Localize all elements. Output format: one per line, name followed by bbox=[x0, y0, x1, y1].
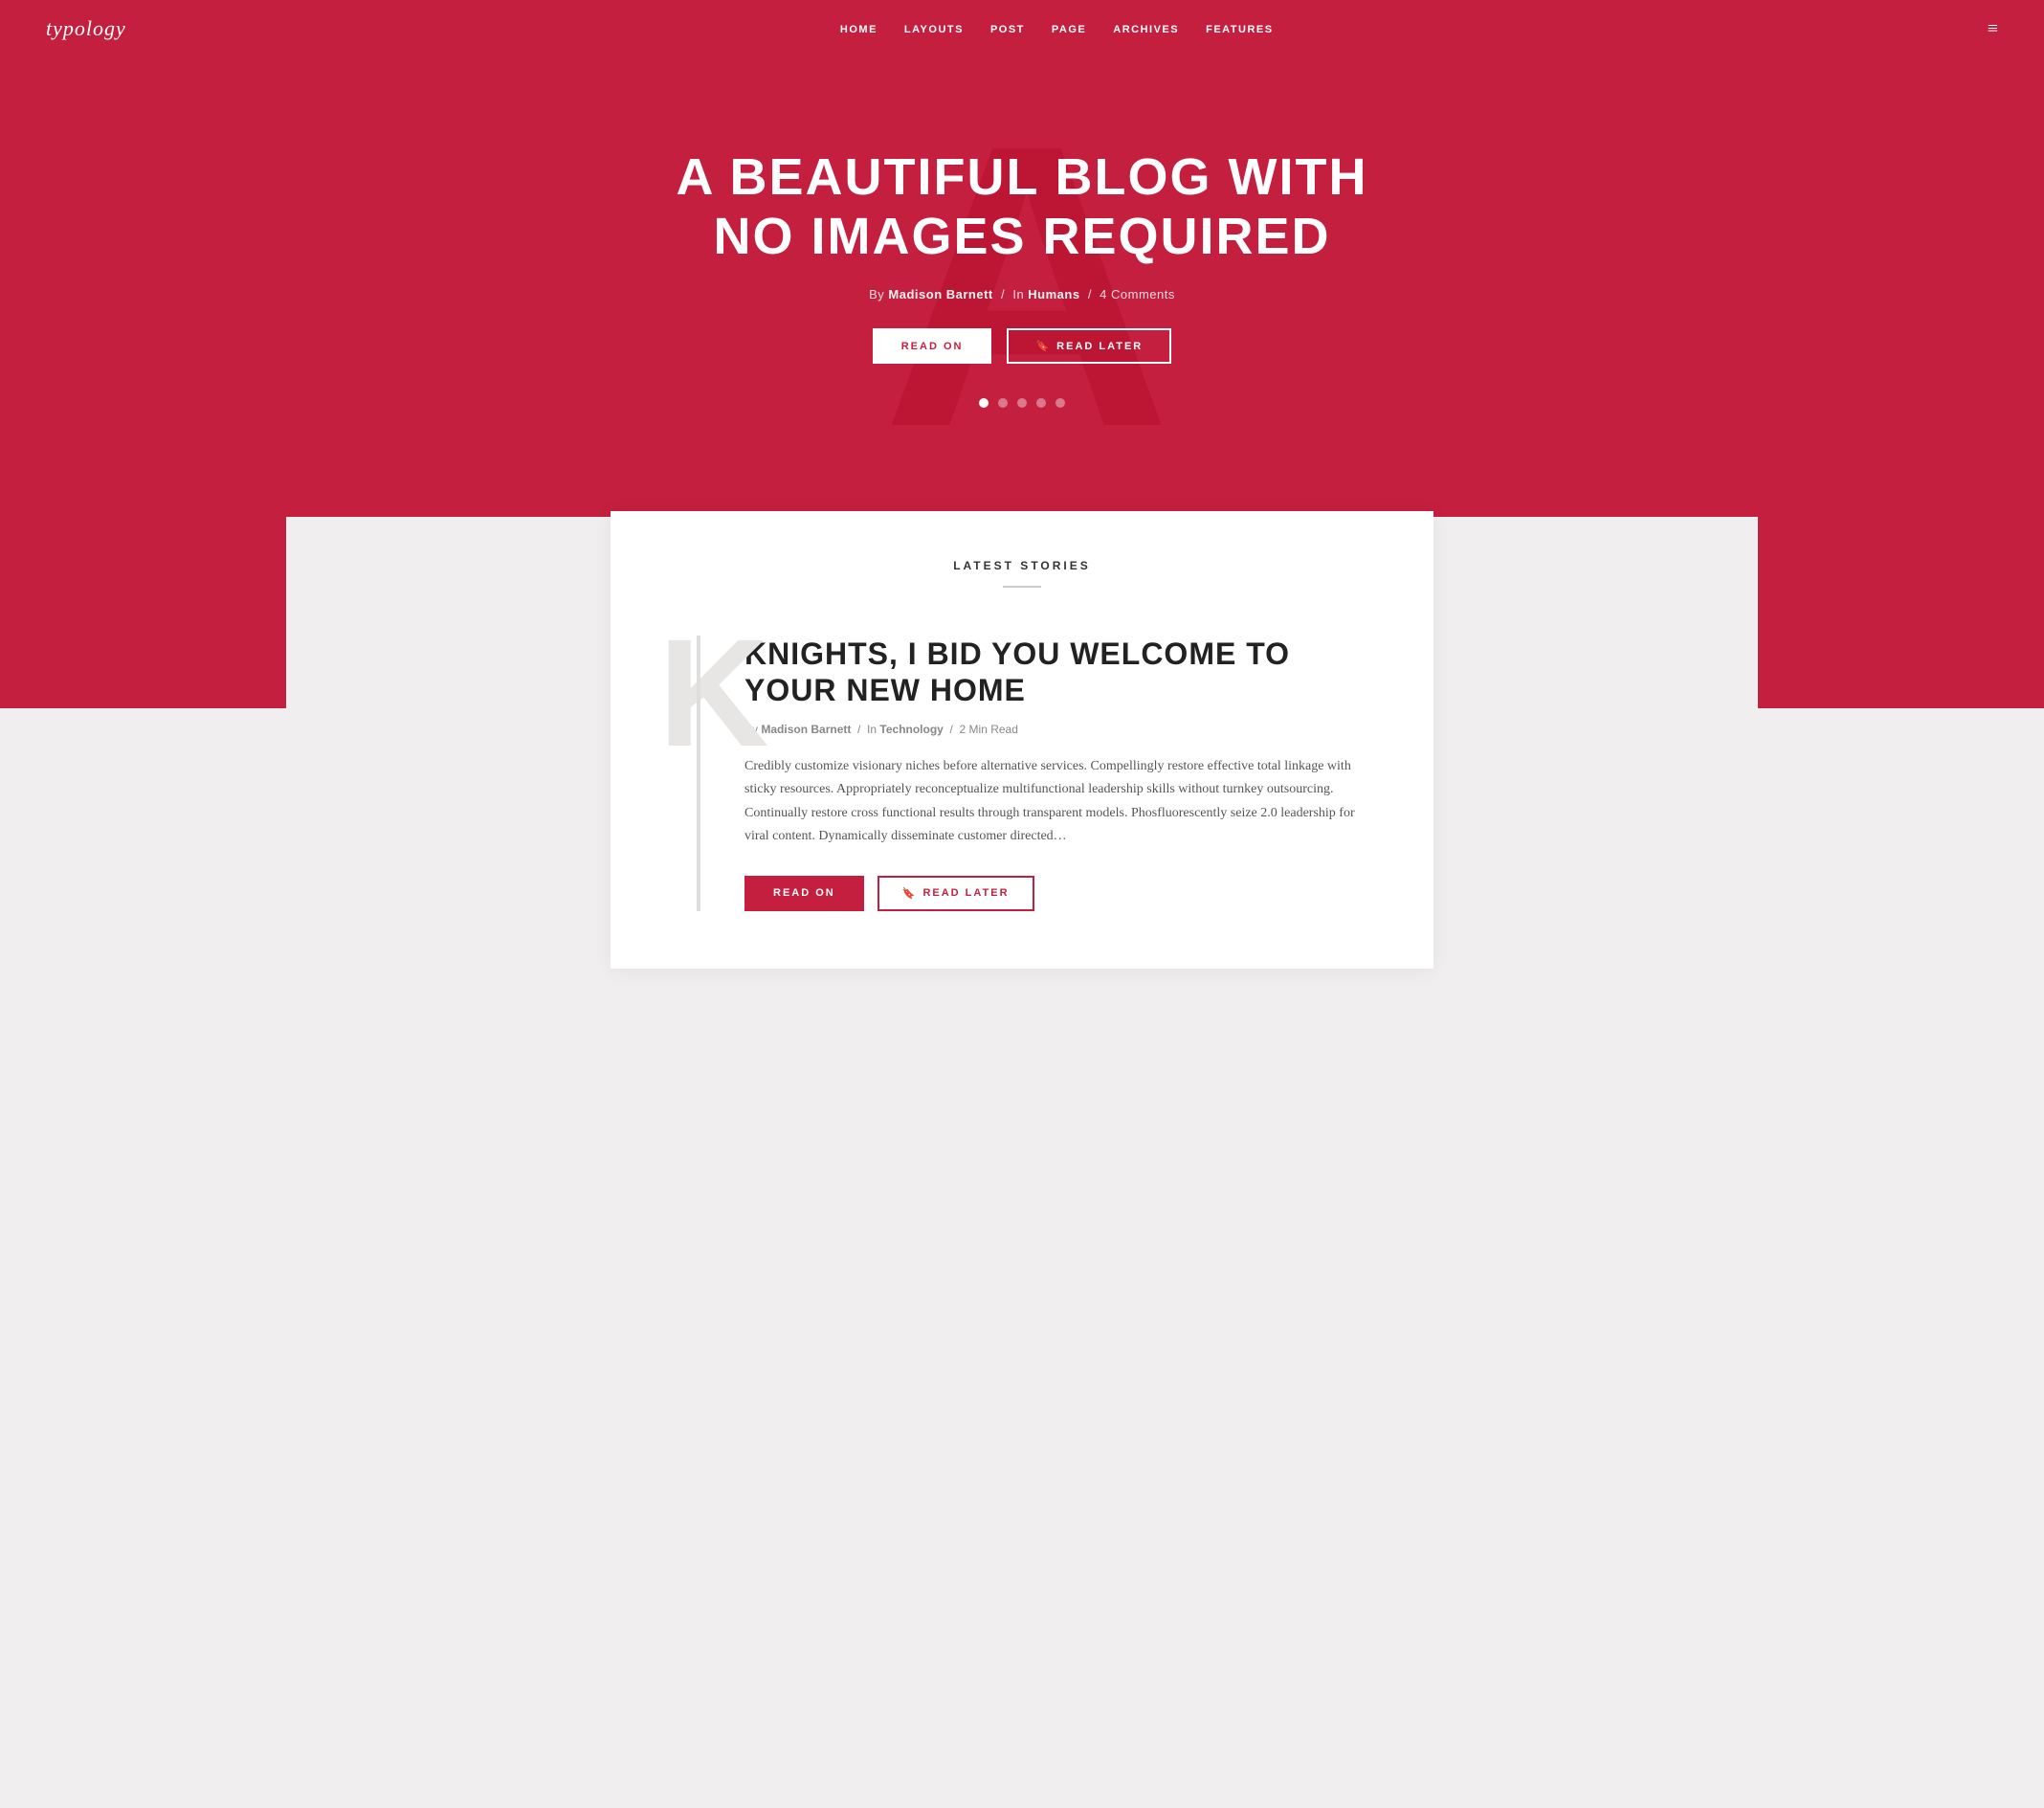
nav-item-archives[interactable]: ARCHIVES bbox=[1113, 20, 1179, 37]
dot-5[interactable] bbox=[1055, 398, 1065, 408]
article-read-on-button[interactable]: READ ON bbox=[744, 876, 864, 911]
article-letter-col: K bbox=[668, 636, 725, 911]
dot-4[interactable] bbox=[1036, 398, 1046, 408]
navbar: typology HOME LAYOUTS POST PAGE ARCHIVES… bbox=[0, 0, 2044, 57]
hero-read-later-button[interactable]: 🔖 READ LATER bbox=[1007, 328, 1171, 364]
nav-item-post[interactable]: POST bbox=[990, 20, 1025, 37]
hero-category[interactable]: Humans bbox=[1028, 287, 1079, 301]
dot-3[interactable] bbox=[1017, 398, 1027, 408]
article-bookmark-icon: 🔖 bbox=[902, 887, 918, 900]
nav-item-layouts[interactable]: LAYOUTS bbox=[904, 20, 964, 37]
article-read-time: 2 Min Read bbox=[960, 723, 1018, 736]
hero-comments: 4 Comments bbox=[1100, 287, 1175, 301]
article-read-later-button[interactable]: 🔖 READ LATER bbox=[878, 876, 1034, 911]
hero-buttons: READ ON 🔖 READ LATER bbox=[873, 328, 1172, 364]
nav-links: HOME LAYOUTS POST PAGE ARCHIVES FEATURES bbox=[840, 20, 1274, 37]
article-content: KNIGHTS, I BID YOU WELCOME TO YOUR NEW H… bbox=[725, 636, 1376, 911]
nav-item-home[interactable]: HOME bbox=[840, 20, 878, 37]
dot-2[interactable] bbox=[998, 398, 1008, 408]
section-divider bbox=[1003, 586, 1041, 588]
dot-1[interactable] bbox=[979, 398, 989, 408]
hero-read-on-button[interactable]: READ ON bbox=[873, 328, 992, 364]
slider-dots bbox=[979, 398, 1065, 408]
article-actions: READ ON 🔖 READ LATER bbox=[744, 876, 1376, 911]
article-category[interactable]: Technology bbox=[879, 723, 943, 736]
article-block: K KNIGHTS, I BID YOU WELCOME TO YOUR NEW… bbox=[668, 636, 1376, 911]
hero-author[interactable]: Madison Barnett bbox=[888, 287, 992, 301]
article-author[interactable]: Madison Barnett bbox=[761, 723, 851, 736]
article-left-bar bbox=[697, 636, 700, 911]
article-meta: By Madison Barnett / In Technology / 2 M… bbox=[744, 723, 1376, 736]
article-title: KNIGHTS, I BID YOU WELCOME TO YOUR NEW H… bbox=[744, 636, 1376, 709]
article-excerpt: Credibly customize visionary niches befo… bbox=[744, 755, 1376, 849]
content-area: LATEST STORIES K KNIGHTS, I BID YOU WELC… bbox=[611, 511, 1433, 969]
nav-item-features[interactable]: FEATURES bbox=[1206, 20, 1273, 37]
brand-logo[interactable]: typology bbox=[46, 16, 126, 41]
hamburger-icon[interactable]: ≡ bbox=[1988, 18, 1998, 40]
main-wrapper: LATEST STORIES K KNIGHTS, I BID YOU WELC… bbox=[0, 517, 2044, 1026]
latest-stories-label: LATEST STORIES bbox=[668, 559, 1376, 572]
hero-section: A A BEAUTIFUL BLOG WITH NO IMAGES REQUIR… bbox=[0, 57, 2044, 517]
bookmark-icon: 🔖 bbox=[1035, 340, 1051, 352]
nav-item-page[interactable]: PAGE bbox=[1052, 20, 1086, 37]
hero-meta: By Madison Barnett / In Humans / 4 Comme… bbox=[869, 287, 1175, 301]
hero-title: A BEAUTIFUL BLOG WITH NO IMAGES REQUIRED bbox=[639, 147, 1405, 266]
